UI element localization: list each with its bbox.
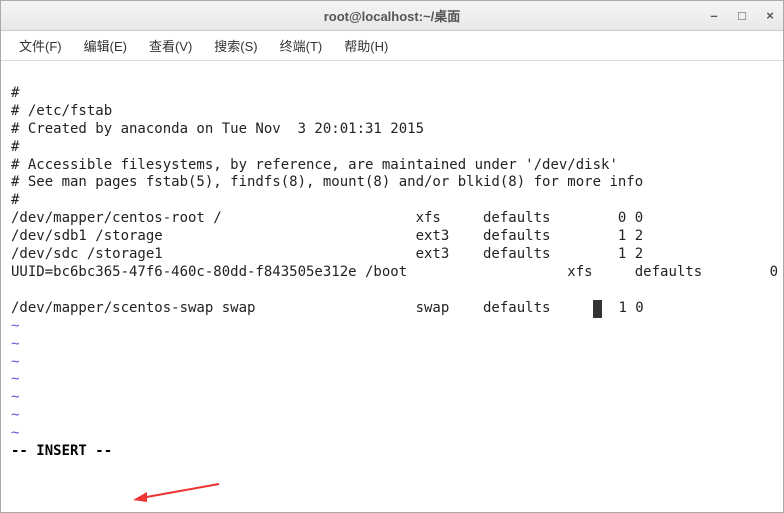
menu-help[interactable]: 帮助(H) xyxy=(338,32,394,59)
menu-edit[interactable]: 编辑(E) xyxy=(78,32,133,59)
terminal-line: /dev/mapper/centos-root / xfs defaults 0… xyxy=(11,210,643,226)
text-cursor xyxy=(593,300,602,318)
maximize-button[interactable]: □ xyxy=(735,9,749,23)
tilde-line: ~ xyxy=(11,389,19,405)
terminal-line: # Accessible filesystems, by reference, … xyxy=(11,157,618,173)
terminal-cursor-line: /dev/mapper/scentos-swap swap swap defau… xyxy=(11,300,644,316)
menu-file[interactable]: 文件(F) xyxy=(13,32,68,59)
tilde-line: ~ xyxy=(11,318,19,334)
minimize-button[interactable]: – xyxy=(707,9,721,23)
tilde-line: ~ xyxy=(11,354,19,370)
window-controls: – □ × xyxy=(707,9,777,23)
tilde-line: ~ xyxy=(11,425,19,441)
terminal-line: # Created by anaconda on Tue Nov 3 20:01… xyxy=(11,121,424,137)
arrow-annotation-icon xyxy=(131,480,221,504)
menu-search[interactable]: 搜索(S) xyxy=(208,32,263,59)
menu-terminal[interactable]: 终端(T) xyxy=(274,32,329,59)
tilde-line: ~ xyxy=(11,407,19,423)
terminal-line: # xyxy=(11,139,19,155)
terminal-line: /dev/sdc /storage1 ext3 defaults 1 2 xyxy=(11,246,643,262)
titlebar: root@localhost:~/桌面 – □ × xyxy=(1,1,783,31)
tilde-line: ~ xyxy=(11,371,19,387)
window-title: root@localhost:~/桌面 xyxy=(324,6,461,25)
terminal-area[interactable]: # # /etc/fstab # Created by anaconda on … xyxy=(1,61,783,512)
terminal-line: # /etc/fstab xyxy=(11,103,112,119)
tilde-line: ~ xyxy=(11,336,19,352)
vim-status: -- INSERT -- xyxy=(11,443,112,459)
terminal-window: root@localhost:~/桌面 – □ × 文件(F) 编辑(E) 查看… xyxy=(0,0,784,513)
terminal-line: # See man pages fstab(5), findfs(8), mou… xyxy=(11,174,643,190)
terminal-line: /dev/sdb1 /storage ext3 defaults 1 2 xyxy=(11,228,643,244)
close-button[interactable]: × xyxy=(763,9,777,23)
terminal-line: # xyxy=(11,192,19,208)
terminal-line: UUID=bc6bc365-47f6-460c-80dd-f843505e312… xyxy=(11,264,783,280)
terminal-line: # xyxy=(11,85,19,101)
menubar: 文件(F) 编辑(E) 查看(V) 搜索(S) 终端(T) 帮助(H) xyxy=(1,31,783,61)
menu-view[interactable]: 查看(V) xyxy=(143,32,198,59)
